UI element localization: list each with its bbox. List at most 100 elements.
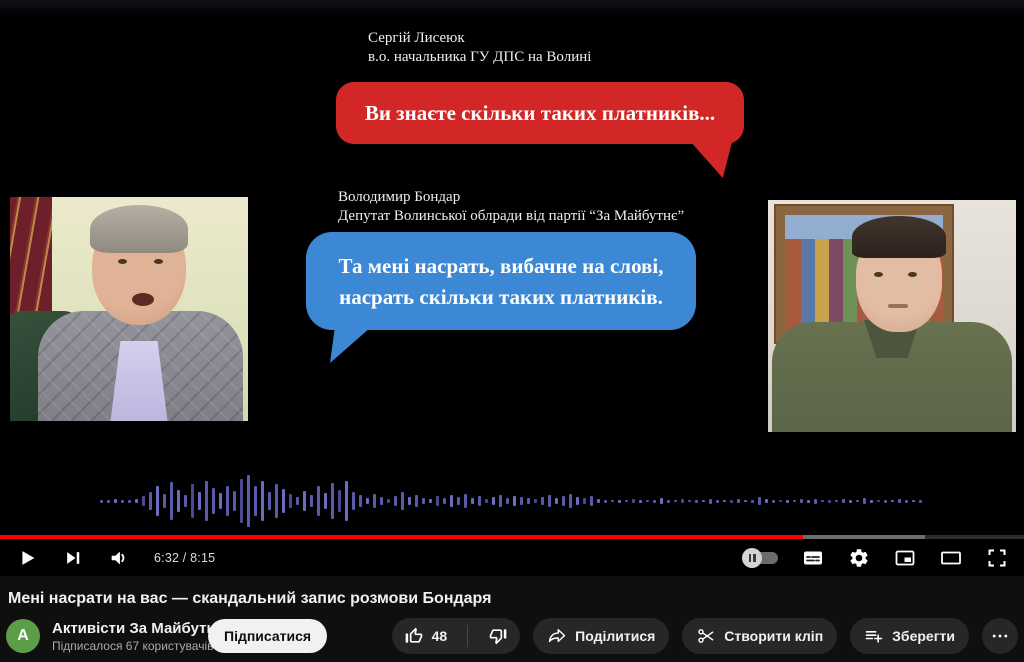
waveform-bar <box>919 500 922 503</box>
waveform-bar <box>212 488 215 514</box>
miniplayer-icon <box>893 546 917 570</box>
waveform-bar <box>387 499 390 503</box>
action-buttons: 48 Поділитися <box>392 618 1018 654</box>
waveform-bar <box>506 498 509 504</box>
share-button[interactable]: Поділитися <box>533 618 669 654</box>
waveform-bar <box>450 495 453 507</box>
next-button[interactable] <box>60 545 86 571</box>
speaker1-title: в.о. начальника ГУ ДПС на Волині <box>368 48 591 67</box>
waveform-bar <box>667 500 670 503</box>
waveform-bar <box>702 500 705 502</box>
autoplay-toggle[interactable] <box>742 547 780 569</box>
more-actions-button[interactable] <box>982 618 1018 654</box>
speech-bubble-red: Ви знаєте скільки таких платників... <box>336 82 744 144</box>
waveform-bar <box>184 495 187 507</box>
video-info-section: Мені насрати на вас — скандальний запис … <box>0 576 1024 662</box>
volume-button[interactable] <box>106 545 132 571</box>
dislike-button[interactable] <box>476 618 520 654</box>
create-clip-button[interactable]: Створити кліп <box>682 618 837 654</box>
waveform-bar <box>261 481 264 521</box>
waveform-bar <box>828 500 831 503</box>
waveform-bar <box>870 500 873 503</box>
player-controls: 6:32 / 8:15 <box>0 539 1024 576</box>
waveform-bar <box>177 490 180 512</box>
like-dislike-divider <box>467 625 468 647</box>
waveform-bar <box>247 475 250 527</box>
share-icon <box>547 626 567 646</box>
waveform-bar <box>835 500 838 502</box>
left-speaker-eye <box>118 259 127 264</box>
speech-bubble-red-text: Ви знаєте скільки таких платників... <box>365 101 715 125</box>
share-label: Поділитися <box>575 628 655 644</box>
waveform-bar <box>121 500 124 503</box>
channel-avatar[interactable]: А <box>6 619 40 653</box>
waveform-bar <box>681 499 684 503</box>
waveform-bar <box>415 495 418 507</box>
waveform-bar <box>779 500 782 502</box>
settings-button[interactable] <box>846 545 872 571</box>
speaker2-name: Володимир Бондар <box>338 188 684 207</box>
waveform-bar <box>716 500 719 503</box>
waveform-bar <box>128 500 131 503</box>
video-player[interactable]: Сергій Лисеюк в.о. начальника ГУ ДПС на … <box>0 0 1024 576</box>
like-button[interactable]: 48 <box>392 618 460 654</box>
waveform-bar <box>849 500 852 503</box>
waveform-bar <box>912 500 915 502</box>
create-clip-label: Створити кліп <box>724 628 823 644</box>
waveform-bar <box>317 486 320 516</box>
audio-waveform <box>100 477 924 525</box>
speech-bubble-blue: Та мені насрать, вибачне на слові, насра… <box>306 232 696 330</box>
right-speaker-hair <box>852 216 946 258</box>
waveform-bar <box>394 496 397 506</box>
waveform-bar <box>688 500 691 502</box>
waveform-bar <box>625 500 628 502</box>
waveform-bar <box>821 500 824 502</box>
save-button[interactable]: Зберегти <box>850 618 969 654</box>
waveform-bar <box>709 499 712 504</box>
waveform-bar <box>807 500 810 503</box>
waveform-bar <box>646 500 649 502</box>
subscribe-button[interactable]: Підписатися <box>208 619 327 653</box>
right-speaker-mouth <box>888 304 908 308</box>
right-speaker-photo <box>768 200 1016 432</box>
miniplayer-button[interactable] <box>892 545 918 571</box>
waveform-bar <box>758 497 761 505</box>
waveform-bar <box>478 496 481 506</box>
waveform-bar <box>562 496 565 506</box>
waveform-bar <box>100 500 103 503</box>
waveform-bar <box>310 495 313 507</box>
waveform-bar <box>198 492 201 510</box>
waveform-bar <box>443 498 446 504</box>
waveform-bar <box>569 494 572 508</box>
volume-icon <box>108 547 130 569</box>
waveform-bar <box>856 500 859 502</box>
like-dislike-pill: 48 <box>392 618 521 654</box>
player-controls-right <box>742 545 1010 571</box>
waveform-bar <box>548 495 551 507</box>
waveform-bar <box>429 499 432 503</box>
waveform-bar <box>254 486 257 516</box>
waveform-bar <box>233 491 236 511</box>
waveform-bar <box>296 497 299 505</box>
waveform-bar <box>737 499 740 503</box>
subtitles-button[interactable] <box>800 545 826 571</box>
gear-icon <box>848 547 870 569</box>
waveform-bar <box>800 499 803 503</box>
waveform-bar <box>695 500 698 503</box>
play-button[interactable] <box>14 545 40 571</box>
waveform-bar <box>863 498 866 504</box>
fullscreen-icon <box>985 546 1009 570</box>
channel-name[interactable]: Активісти За Майбутнє <box>52 620 202 637</box>
waveform-bar <box>632 499 635 503</box>
theater-mode-button[interactable] <box>938 545 964 571</box>
play-icon <box>16 547 38 569</box>
waveform-bar <box>534 499 537 503</box>
more-dots-icon <box>990 626 1010 646</box>
fullscreen-button[interactable] <box>984 545 1010 571</box>
waveform-bar <box>660 498 663 504</box>
speech-bubble-blue-line1: Та мені насрать, вибачне на слові, <box>306 251 696 282</box>
waveform-bar <box>590 496 593 506</box>
waveform-bar <box>289 494 292 508</box>
waveform-bar <box>219 493 222 509</box>
left-speaker-hair <box>90 205 188 253</box>
